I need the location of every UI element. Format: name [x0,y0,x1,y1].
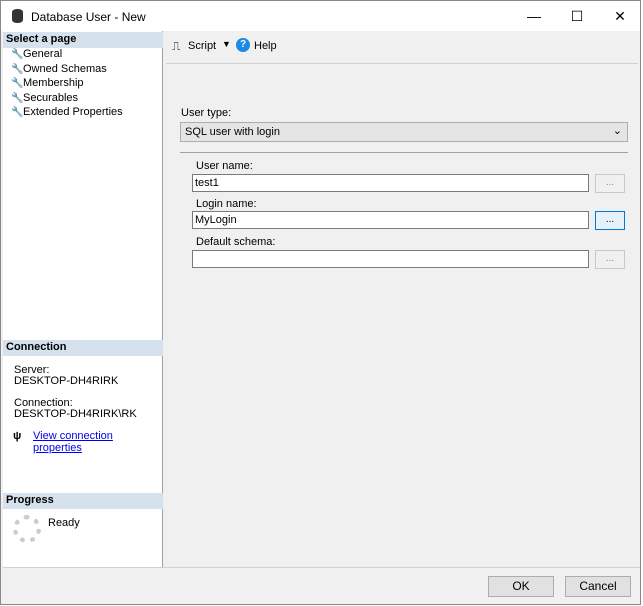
progress-status: Ready [48,517,80,529]
wrench-icon: 🔧 [11,78,24,89]
separator [180,152,628,153]
title-bar: Database User - New — ☐ ✕ [1,1,640,31]
page-label: Owned Schemas [23,63,107,75]
close-button[interactable]: ✕ [597,1,643,31]
login-name-input[interactable]: MyLogin [192,211,589,229]
dialog-window: Database User - New — ☐ ✕ Select a page … [0,0,641,605]
connection-value: DESKTOP-DH4RIRK\RK [14,408,137,420]
page-securables[interactable]: 🔧Securables [11,92,78,104]
page-label: Securables [23,92,79,104]
script-button[interactable]: Script [188,40,216,52]
page-owned-schemas[interactable]: 🔧Owned Schemas [11,63,107,75]
user-name-input[interactable]: test1 [192,174,589,192]
connection-header: Connection [3,340,163,356]
button-bar: OK Cancel [3,567,640,605]
chevron-down-icon: ⌄ [612,125,622,137]
login-name-browse-button[interactable]: ... [595,211,625,230]
window-title: Database User - New [31,10,146,24]
maximize-button[interactable]: ☐ [554,1,600,31]
default-schema-browse-button[interactable]: ... [595,250,625,269]
page-membership[interactable]: 🔧Membership [11,77,84,89]
page-label: Extended Properties [23,106,123,118]
user-name-browse-button[interactable]: ... [595,174,625,193]
page-label: Membership [23,77,84,89]
script-icon: ⎍ [172,39,181,53]
user-name-label: User name: [196,160,253,172]
user-type-label: User type: [181,107,232,119]
select-page-header: Select a page [3,32,163,48]
server-value: DESKTOP-DH4RIRK [14,375,119,387]
page-extended-properties[interactable]: 🔧Extended Properties [11,106,123,118]
ok-button[interactable]: OK [488,576,554,597]
page-label: General [23,48,63,60]
help-button[interactable]: Help [254,40,277,52]
user-type-value: SQL user with login [185,126,280,138]
page-general[interactable]: 🔧General [11,48,62,60]
general-page: User type: SQL user with login ⌄ User nam… [166,63,638,567]
minimize-button[interactable]: — [511,1,557,31]
script-dropdown-icon[interactable]: ▼ [222,39,231,49]
left-panel: Select a page 🔧General 🔧Owned Schemas 🔧M… [3,31,163,567]
default-schema-label: Default schema: [196,236,276,248]
wrench-icon: 🔧 [11,49,24,60]
default-schema-input[interactable] [192,250,589,268]
progress-header: Progress [3,493,163,509]
wrench-icon: 🔧 [11,93,24,104]
wrench-icon: 🔧 [11,107,24,118]
view-connection-properties-link[interactable]: View connection properties [33,430,162,454]
toolbar: ⎍ Script ▼ ? Help [164,31,640,59]
wrench-icon: 🔧 [11,64,24,75]
user-type-select[interactable]: SQL user with login ⌄ [180,122,628,142]
database-icon [12,9,23,23]
login-name-label: Login name: [196,198,257,210]
cancel-button[interactable]: Cancel [565,576,631,597]
plug-icon: ψ [13,430,22,442]
progress-spinner-icon [13,515,41,543]
help-icon: ? [236,38,250,52]
main-panel: ⎍ Script ▼ ? Help User type: SQL user wi… [164,31,640,567]
